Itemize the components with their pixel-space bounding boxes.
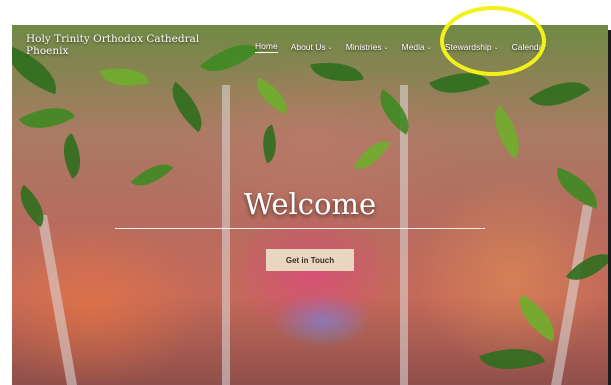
nav-item-about-us[interactable]: About Us ⌄ [291, 41, 333, 53]
window-mullion [222, 85, 230, 385]
foliage-leaf [249, 77, 295, 115]
nav-item-label: Media [401, 42, 425, 52]
window-mullion [37, 215, 77, 385]
foliage-leaf [160, 81, 214, 133]
foliage-leaf [310, 55, 364, 89]
nav-item-home[interactable]: Home [255, 41, 278, 53]
chevron-down-icon: ⌄ [426, 44, 432, 51]
nav-item-label: Home [255, 41, 278, 53]
get-in-touch-button[interactable]: Get in Touch [266, 249, 354, 271]
foliage-leaf [369, 89, 420, 135]
foliage-leaf [353, 132, 391, 178]
foliage-leaf [481, 105, 533, 159]
window-mullion [551, 205, 593, 385]
nav-item-media[interactable]: Media ⌄ [402, 41, 432, 53]
nav-item-ministries[interactable]: Ministries ⌄ [346, 41, 389, 53]
nav-item-label: About Us [290, 42, 326, 52]
foliage-leaf [479, 335, 545, 383]
nav-item-label: Ministries [345, 42, 382, 52]
foliage-leaf [99, 59, 150, 95]
hero-divider [115, 228, 485, 229]
foliage-leaf [528, 66, 591, 122]
hero-title: Welcome [243, 187, 377, 221]
highlight-annotation [440, 6, 546, 76]
hero-background: Holy Trinity Orthodox Cathedral Phoenix … [12, 25, 608, 385]
foliage-leaf [200, 30, 259, 86]
foliage-leaf [508, 294, 566, 342]
foliage-leaf [18, 94, 76, 142]
chevron-down-icon: ⌄ [327, 44, 333, 51]
foliage-leaf [52, 133, 92, 179]
chevron-down-icon: ⌄ [383, 44, 389, 51]
site-title[interactable]: Holy Trinity Orthodox Cathedral Phoenix [26, 33, 206, 57]
foliage-leaf [255, 124, 284, 164]
